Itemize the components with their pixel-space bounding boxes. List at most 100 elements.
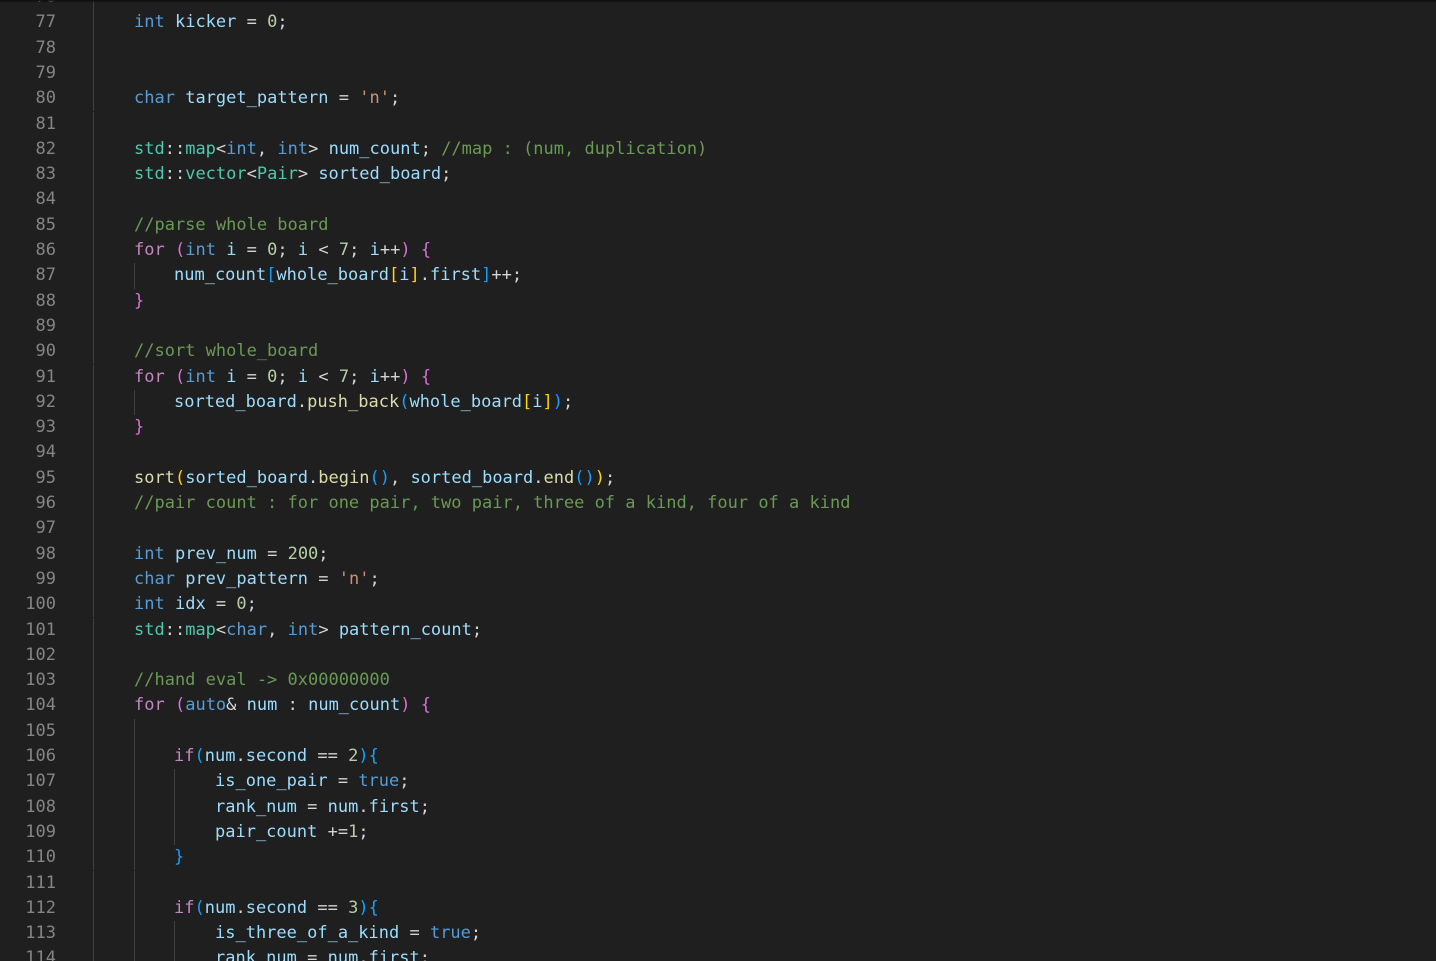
code-token: [	[388, 265, 400, 286]
code-line[interactable]: 114 rank_num = num.first;	[0, 946, 1436, 961]
code-line[interactable]: 106 if(num.second == 2){	[0, 744, 1436, 770]
indent-guide	[93, 592, 94, 618]
code-token: ;	[470, 923, 482, 944]
line-code: //pair count : for one pair, two pair, t…	[134, 491, 850, 516]
code-line[interactable]: 78	[0, 35, 1436, 61]
code-line[interactable]: 87 num_count[whole_board[i].first]++;	[0, 263, 1436, 289]
code-token: =	[308, 568, 339, 589]
code-line[interactable]: 85 //parse whole board	[0, 212, 1436, 238]
line-code: char prev_pattern = 'n';	[134, 567, 380, 592]
code-token: ]	[409, 265, 420, 286]
code-token: }	[134, 290, 145, 311]
code-token: {	[420, 366, 432, 387]
code-token: ;	[471, 619, 483, 640]
code-token: ]	[542, 391, 553, 412]
code-token: char	[134, 568, 175, 589]
code-line[interactable]: 99 char prev_pattern = 'n';	[0, 566, 1436, 593]
code-token: ]	[481, 265, 492, 286]
line-number: 84	[35, 189, 56, 210]
code-token: 7	[338, 366, 350, 387]
code-token: {	[420, 695, 431, 716]
code-line[interactable]: 105	[0, 718, 1436, 744]
code-token: )	[594, 467, 605, 488]
code-line[interactable]: 111	[0, 870, 1436, 896]
indent-guide	[174, 769, 175, 795]
code-editor[interactable]: 7677int kicker = 0;787980char target_pat…	[0, 0, 1436, 961]
code-line[interactable]: 77 int kicker = 0;	[0, 10, 1436, 36]
code-token: is_three_of_a_kind	[215, 923, 400, 944]
code-line[interactable]: 102	[0, 642, 1436, 669]
code-line[interactable]: 103 //hand eval -> 0x00000000	[0, 668, 1436, 694]
code-token: ::	[164, 164, 186, 185]
indent-guide	[93, 794, 94, 820]
code-token: int	[287, 619, 319, 640]
indent-guide	[93, 86, 94, 112]
code-token: first	[368, 948, 420, 961]
code-line[interactable]: 88}	[0, 288, 1436, 314]
code-line[interactable]: 83 std::vector<Pair> sorted_board;	[0, 162, 1436, 188]
code-token: end	[543, 467, 575, 488]
code-line[interactable]: 93}	[0, 415, 1436, 441]
indent-guide	[93, 10, 94, 36]
code-token: sorted_board	[185, 467, 309, 488]
code-token: &	[226, 695, 247, 716]
code-line[interactable]: 113 is_three_of_a_kind = true;	[0, 921, 1436, 947]
line-code: sort(sorted_board.begin(), sorted_board.…	[134, 466, 615, 491]
line-number: 93	[35, 417, 56, 438]
code-line[interactable]: 97	[0, 516, 1436, 542]
code-line[interactable]: 80 char target_pattern = 'n';	[0, 86, 1436, 112]
code-line[interactable]: 110}	[0, 845, 1436, 871]
code-token: =	[327, 771, 359, 792]
code-line[interactable]: 82 std::map<int, int> num_count; //map : …	[0, 136, 1436, 163]
code-line[interactable]: 95 sort(sorted_board.begin(), sorted_boar…	[0, 465, 1436, 491]
code-line[interactable]: 94	[0, 440, 1436, 466]
code-line[interactable]: 101 std::map<char, int> pattern_count;	[0, 617, 1436, 643]
code-line[interactable]: 84	[0, 187, 1436, 213]
code-token: //pair count : for one pair, two pair, t…	[134, 493, 851, 513]
code-token: {	[368, 746, 379, 766]
line-code: std::vector<Pair> sorted_board;	[134, 162, 451, 187]
code-token: .	[308, 467, 319, 488]
indent-guide	[174, 819, 175, 846]
code-token: sorted_board	[174, 391, 297, 412]
code-line[interactable]: 79	[0, 60, 1436, 87]
code-line[interactable]: 98 int prev_num = 200;	[0, 541, 1436, 567]
code-token: first	[429, 265, 482, 286]
code-token: ;	[349, 366, 370, 387]
code-token: <	[246, 164, 257, 185]
code-token: 'n'	[359, 88, 390, 109]
code-token: ;	[318, 543, 329, 564]
code-line[interactable]: 89	[0, 313, 1436, 340]
code-line[interactable]: 90 //sort whole_board	[0, 339, 1436, 365]
line-number: 89	[35, 315, 56, 336]
code-line[interactable]: 107 is_one_pair = true;	[0, 769, 1436, 795]
code-token: >	[318, 619, 339, 640]
line-code: //hand eval -> 0x00000000	[134, 668, 390, 693]
code-line[interactable]: 81	[0, 111, 1436, 137]
line-code: sorted_board.push_back(whole_board[i]);	[174, 390, 573, 415]
code-line[interactable]: 109 pair_count +=1;	[0, 819, 1436, 846]
code-token: kicker	[174, 12, 237, 33]
line-number: 90	[35, 341, 56, 362]
code-token: =	[236, 240, 268, 260]
line-code: if(num.second == 2){	[174, 744, 379, 769]
line-number: 88	[35, 290, 56, 311]
code-token: vector	[185, 164, 247, 185]
code-line[interactable]: 104 for (auto& num : num_count) {	[0, 693, 1436, 719]
code-token: target_pattern	[185, 88, 329, 109]
code-line[interactable]: 96 //pair count : for one pair, two pair,…	[0, 491, 1436, 517]
code-line[interactable]: 112 if(num.second == 3){	[0, 895, 1436, 922]
code-token: ++	[379, 366, 401, 387]
line-code: int idx = 0;	[134, 592, 257, 617]
code-line[interactable]: 108 rank_num = num.first;	[0, 794, 1436, 820]
code-line[interactable]: 86 for (int i = 0; i < 7; i++) {	[0, 238, 1436, 264]
code-line[interactable]: 92 sorted_board.push_back(whole_board[i])…	[0, 389, 1436, 416]
code-token: .	[358, 796, 369, 817]
code-token: i	[369, 240, 380, 260]
code-token: 0	[236, 594, 247, 615]
code-line[interactable]: 100 int idx = 0;	[0, 592, 1436, 618]
code-line[interactable]: 91 for (int i = 0; i < 7; i++) {	[0, 364, 1436, 390]
code-token: ;	[604, 467, 616, 488]
